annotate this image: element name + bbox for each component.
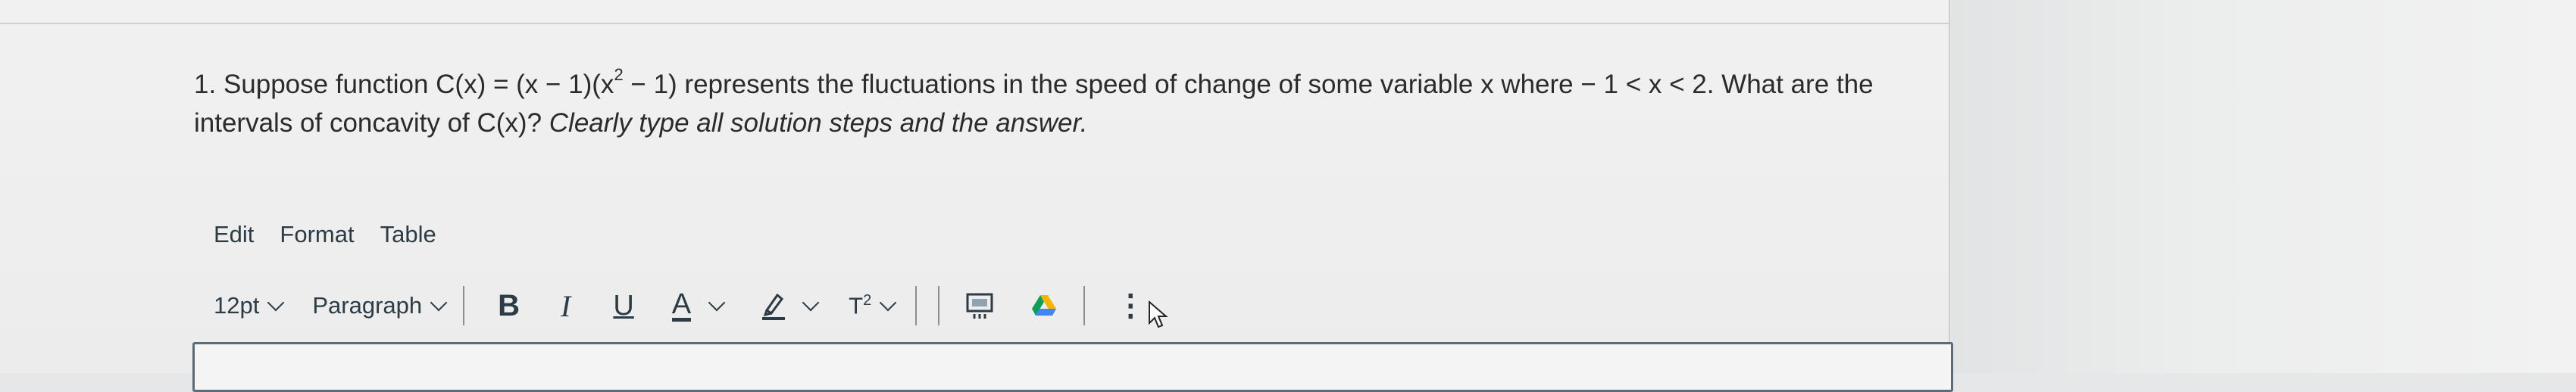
underline-button[interactable]: U <box>613 290 633 322</box>
question-line1-post: − 1) represents the fluctuations in the … <box>623 70 1874 99</box>
text-color-button[interactable]: A <box>671 288 726 322</box>
more-options-button[interactable]: ⋮ <box>1115 288 1146 323</box>
chevron-down-icon <box>879 294 897 312</box>
toolbar-separator <box>938 286 940 325</box>
toolbar-separator <box>463 286 465 325</box>
superscript-icon-base: T <box>849 292 864 319</box>
highlighter-icon <box>762 293 786 320</box>
toolbar-separator <box>1083 286 1086 325</box>
question-number: 1. <box>194 70 217 99</box>
superscript-button[interactable]: T2 <box>849 292 897 319</box>
editor-menubar: Edit Format Table <box>214 221 436 248</box>
google-drive-icon <box>1032 295 1057 316</box>
question-instruction: Clearly type all solution steps and the … <box>549 108 1088 138</box>
superscript-icon: T2 <box>849 292 871 319</box>
media-button[interactable] <box>965 291 994 320</box>
background-strip <box>1951 0 2576 373</box>
block-format-dropdown[interactable]: Paragraph <box>312 292 448 319</box>
text-color-icon: A <box>671 288 692 322</box>
menu-format[interactable]: Format <box>280 221 354 248</box>
google-drive-button[interactable] <box>1032 295 1057 316</box>
font-size-value: 12pt <box>214 292 260 319</box>
question-line2: intervals of concavity of C(x)? <box>194 108 549 138</box>
toolbar-separator <box>915 286 918 325</box>
chevron-down-icon <box>708 294 726 312</box>
menu-edit[interactable]: Edit <box>214 221 254 248</box>
chevron-down-icon <box>430 294 448 312</box>
italic-button[interactable]: I <box>561 288 571 324</box>
mouse-cursor-icon <box>1149 300 1168 328</box>
chevron-down-icon <box>267 294 285 312</box>
media-icon <box>966 293 993 319</box>
question-card: 1. Suppose function C(x) = (x − 1)(x2 − … <box>0 0 1953 392</box>
question-exponent: 2 <box>614 65 624 85</box>
menu-table[interactable]: Table <box>380 221 436 248</box>
question-line1-pre: Suppose function C(x) = (x − 1)(x <box>223 70 614 99</box>
block-format-value: Paragraph <box>312 292 423 319</box>
chevron-down-icon <box>802 294 820 312</box>
highlight-color-button[interactable] <box>761 291 820 321</box>
rich-text-editor-area[interactable] <box>192 342 1953 392</box>
font-size-dropdown[interactable]: 12pt <box>214 292 285 319</box>
editor-toolbar: 12pt Paragraph B I U A T2 ⋮ <box>214 285 1290 328</box>
question-text: 1. Suppose function C(x) = (x − 1)(x2 − … <box>194 65 1937 142</box>
bold-button[interactable]: B <box>498 289 520 323</box>
superscript-icon-exp: 2 <box>863 291 872 309</box>
divider <box>0 23 1949 24</box>
